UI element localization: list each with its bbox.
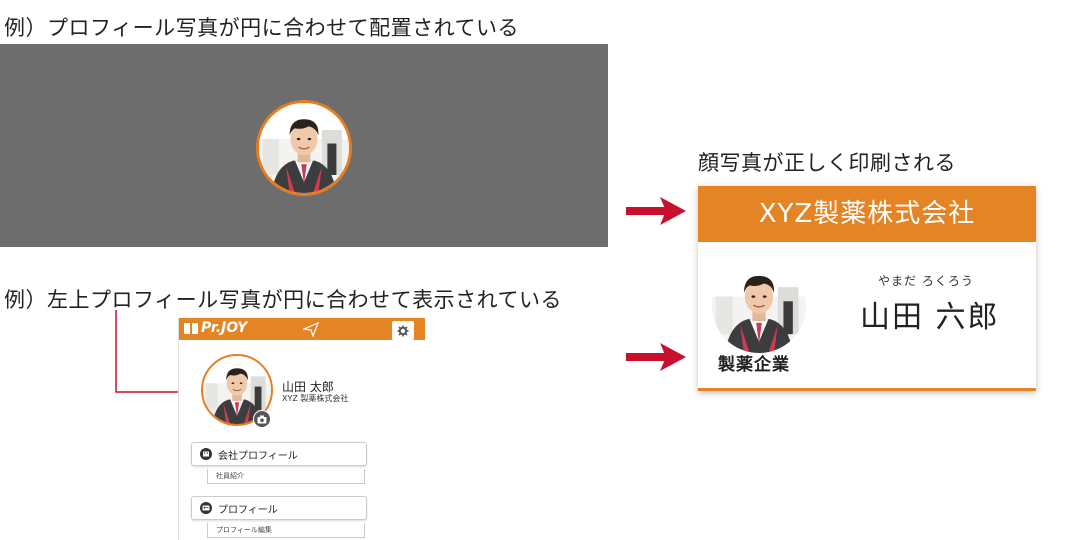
submenu-profile-edit[interactable]: プロフィール編集	[207, 523, 365, 538]
arrow-right-icon	[626, 343, 686, 371]
app-header: Pr.JOY	[179, 318, 425, 340]
id-card-icon	[200, 502, 212, 514]
profile-photo	[256, 100, 352, 196]
menu-label: プロフィール	[218, 504, 278, 516]
arrow-right-icon	[626, 197, 686, 225]
badge-name-kana: やまだ ろくろう	[878, 274, 974, 288]
caption-bottom: 例）左上プロフィール写真が円に合わせて表示されている	[4, 288, 562, 312]
paper-plane-icon[interactable]	[303, 321, 319, 337]
badge-name: 山田 六郎	[860, 300, 1000, 335]
badge-company: XYZ製薬株式会社	[698, 186, 1036, 242]
name-badge: XYZ製薬株式会社 やまだ ろくろう 山田 六郎 製薬企業	[698, 186, 1036, 391]
building-icon	[200, 448, 212, 460]
menu-label: 会社プロフィール	[218, 450, 298, 462]
badge-photo	[712, 259, 806, 353]
badge-organization: 製薬企業	[718, 355, 790, 375]
app-logo[interactable]: Pr.JOY	[201, 320, 247, 336]
caption-top: 例）プロフィール写真が円に合わせて配置されている	[4, 16, 519, 40]
settings-button[interactable]	[392, 321, 414, 340]
menu-company-profile[interactable]: 会社プロフィール	[191, 442, 367, 466]
gear-icon	[397, 325, 409, 336]
caption-right: 顔写真が正しく印刷される	[698, 151, 956, 175]
app-screen: Pr.JOY 山田 太郎 XYZ 製薬株式会社 会社プロフィール 社員紹介 プロ…	[178, 318, 425, 540]
submenu-staff-intro[interactable]: 社員紹介	[207, 469, 365, 484]
menu-profile[interactable]: プロフィール	[191, 496, 367, 520]
book-icon	[184, 323, 198, 334]
user-company: XYZ 製薬株式会社	[282, 394, 349, 403]
camera-icon[interactable]	[253, 410, 271, 428]
